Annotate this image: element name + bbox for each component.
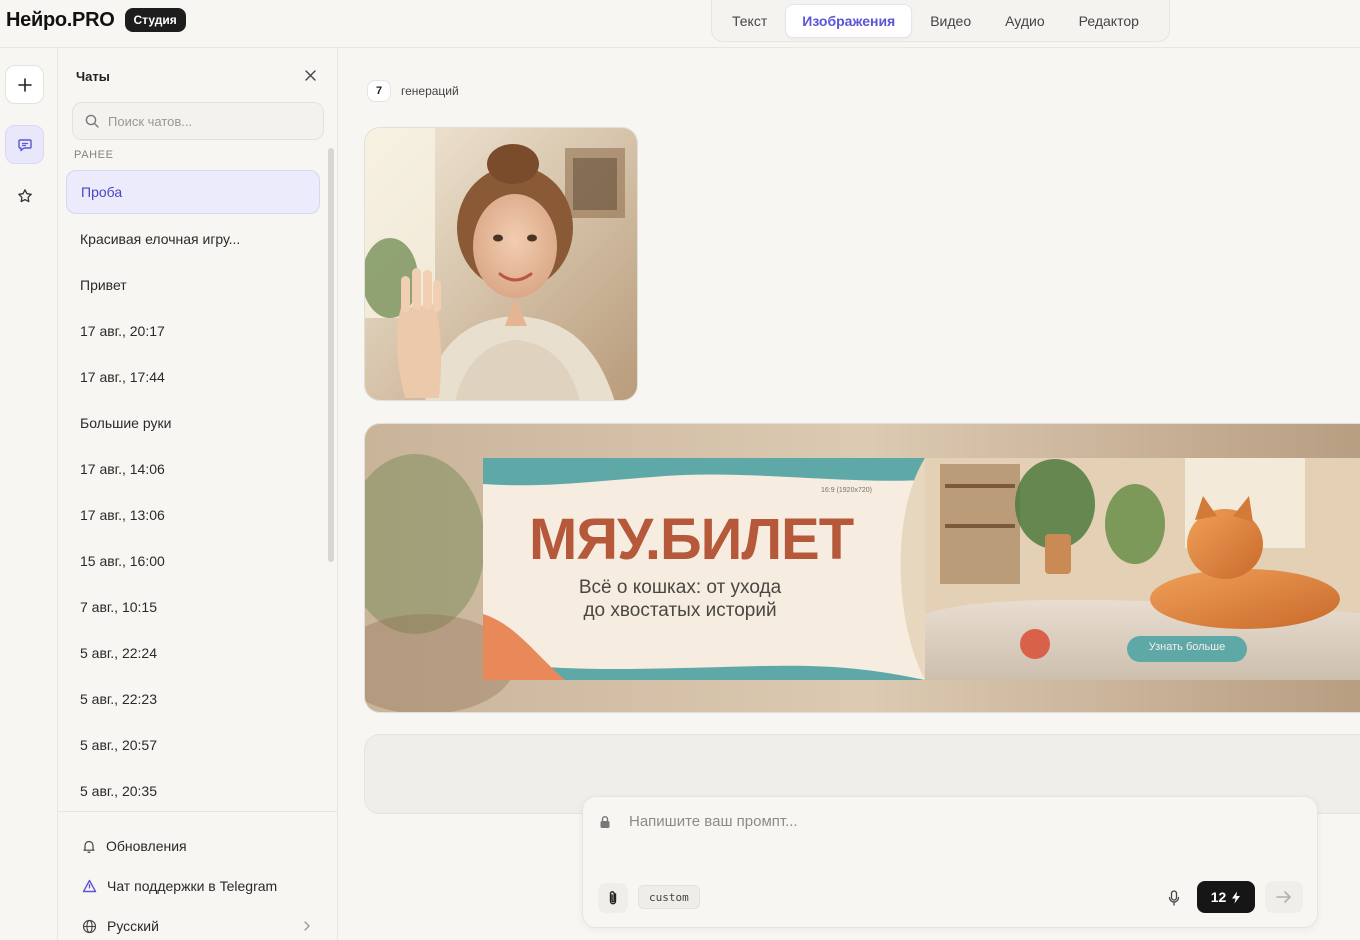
tab-text[interactable]: Текст bbox=[716, 5, 783, 37]
style-chip[interactable]: custom bbox=[638, 885, 700, 909]
generation-counter: 7 генераций bbox=[367, 80, 459, 102]
chat-item[interactable]: 5 авг., 22:23 bbox=[66, 676, 320, 722]
tab-images[interactable]: Изображения bbox=[785, 3, 913, 38]
banner-cta: Узнать больше bbox=[1148, 641, 1226, 653]
banner-subtitle: Всё о кошках: от ухода до хвостатых исто… bbox=[575, 576, 785, 622]
chat-item[interactable]: 15 авг., 16:00 bbox=[66, 538, 320, 584]
prompt-input[interactable] bbox=[629, 813, 1289, 853]
chat-item[interactable]: 17 авг., 13:06 bbox=[66, 492, 320, 538]
chat-item[interactable]: 17 авг., 20:17 bbox=[66, 308, 320, 354]
star-icon bbox=[17, 188, 32, 202]
support-label: Чат поддержки в Telegram bbox=[107, 878, 278, 894]
search-icon bbox=[85, 114, 99, 128]
chat-item[interactable]: Привет bbox=[66, 262, 320, 308]
send-button[interactable] bbox=[1265, 881, 1303, 913]
plus-icon bbox=[17, 77, 32, 92]
credits-count: 12 bbox=[1210, 889, 1227, 905]
chat-item[interactable]: Красивая елочная игру... bbox=[66, 216, 320, 262]
generation-feed: 7 генераций 16:9 (1920x720) МЯУ.БИЛЕТ Вс… bbox=[339, 48, 1360, 940]
credits-button[interactable]: 12 bbox=[1197, 881, 1255, 913]
prompt-composer: custom 12 bbox=[582, 796, 1318, 928]
paperclip-icon bbox=[609, 891, 617, 905]
support-link[interactable]: Чат поддержки в Telegram bbox=[58, 866, 337, 906]
chat-search-input[interactable] bbox=[108, 113, 308, 129]
chat-list: Проба Красивая елочная игру... Привет 17… bbox=[66, 170, 320, 812]
brand-name: Нейро.PRO bbox=[6, 8, 115, 31]
banner-subtitle-line2: до хвостатых историй bbox=[583, 600, 777, 621]
chat-item[interactable]: 17 авг., 17:44 bbox=[66, 354, 320, 400]
sidebar-footer: Обновления Чат поддержки в Telegram Русс… bbox=[58, 811, 337, 940]
banner-subtitle-line1: Всё о кошках: от ухода bbox=[578, 577, 782, 598]
mode-tabs: Текст Изображения Видео Аудио Редактор bbox=[711, 0, 1170, 42]
chat-item[interactable]: 7 авг., 10:15 bbox=[66, 584, 320, 630]
support-triangle-icon bbox=[82, 879, 97, 893]
chat-list-scrollbar[interactable] bbox=[328, 148, 334, 562]
voice-input-button[interactable] bbox=[1161, 885, 1187, 911]
bell-icon bbox=[83, 840, 95, 853]
icon-rail bbox=[0, 48, 58, 940]
top-bar: Нейро.PRO Студия Текст Изображения Видео… bbox=[0, 0, 1360, 48]
new-chat-button[interactable] bbox=[5, 65, 44, 104]
lightning-icon bbox=[1232, 891, 1241, 903]
generation-count: 7 bbox=[367, 80, 391, 102]
chat-item[interactable]: Большие руки bbox=[66, 400, 320, 446]
chat-item[interactable]: 17 авг., 14:06 bbox=[66, 446, 320, 492]
generation-label: генераций bbox=[401, 84, 459, 98]
chat-item[interactable]: Проба bbox=[66, 170, 320, 214]
brand[interactable]: Нейро.PRO Студия bbox=[6, 8, 186, 32]
banner-illustration bbox=[365, 424, 1360, 712]
close-icon bbox=[304, 69, 316, 81]
tab-editor[interactable]: Редактор bbox=[1063, 5, 1155, 37]
generated-image-portrait[interactable] bbox=[364, 127, 638, 401]
lock-icon bbox=[599, 815, 611, 834]
chats-button[interactable] bbox=[5, 125, 44, 164]
microphone-icon bbox=[1168, 890, 1180, 906]
chat-item[interactable]: 5 авг., 22:24 bbox=[66, 630, 320, 676]
attach-button[interactable] bbox=[598, 883, 628, 913]
arrow-right-icon bbox=[1276, 891, 1291, 903]
chat-item[interactable]: 5 авг., 20:35 bbox=[66, 768, 320, 812]
favorites-button[interactable] bbox=[5, 176, 44, 215]
studio-badge: Студия bbox=[124, 8, 186, 32]
language-label: Русский bbox=[107, 918, 159, 934]
banner-size-caption: 16:9 (1920x720) bbox=[821, 487, 872, 494]
tab-audio[interactable]: Аудио bbox=[989, 5, 1061, 37]
generated-image-banner[interactable] bbox=[364, 423, 1360, 713]
chat-search bbox=[72, 102, 324, 140]
globe-icon bbox=[82, 919, 97, 933]
section-label-earlier: РАНЕЕ bbox=[74, 149, 114, 161]
chats-sidebar: Чаты РАНЕЕ Проба Красивая елочная игру..… bbox=[58, 48, 338, 940]
chats-title: Чаты bbox=[76, 69, 110, 84]
updates-label: Обновления bbox=[106, 838, 187, 854]
close-sidebar-button[interactable] bbox=[302, 67, 318, 83]
updates-link[interactable]: Обновления bbox=[58, 826, 337, 866]
chat-item[interactable]: 5 авг., 20:57 bbox=[66, 722, 320, 768]
tab-video[interactable]: Видео bbox=[914, 5, 987, 37]
chat-bubble-icon bbox=[17, 138, 32, 151]
portrait-illustration bbox=[365, 128, 637, 400]
chevron-right-icon bbox=[304, 921, 310, 931]
banner-title: МЯУ.БИЛЕТ bbox=[529, 507, 854, 572]
language-selector[interactable]: Русский bbox=[58, 906, 337, 940]
